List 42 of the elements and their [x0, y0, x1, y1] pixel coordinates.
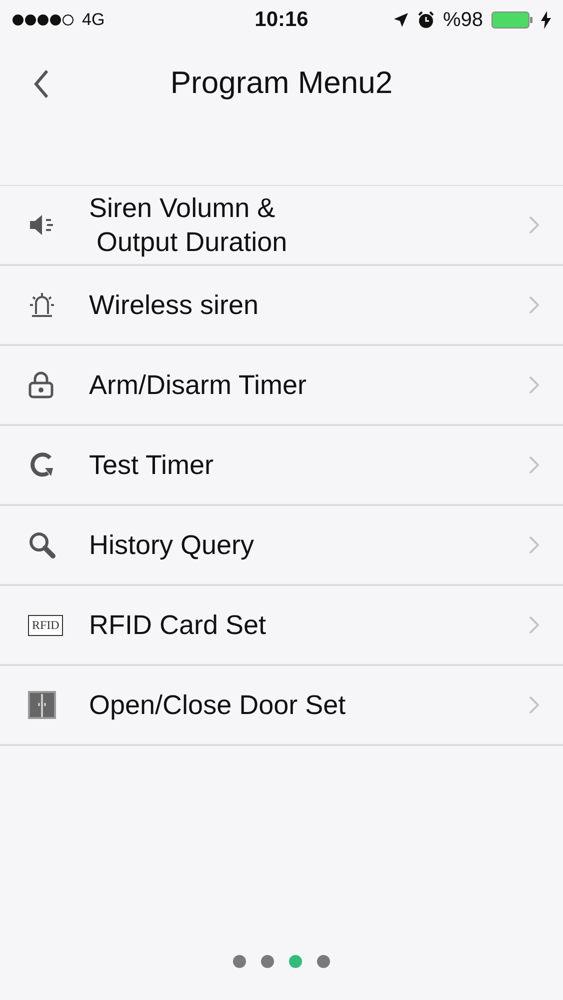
- menu-row[interactable]: History Query: [0, 506, 563, 586]
- padlock-icon: [28, 371, 54, 399]
- menu-row[interactable]: Open/Close Door Set: [0, 666, 563, 746]
- chevron-right-icon: [529, 296, 539, 314]
- chevron-right-icon: [529, 536, 539, 554]
- location-icon: [392, 12, 409, 28]
- menu-row[interactable]: Wireless siren: [0, 266, 563, 346]
- page-dot[interactable]: [261, 955, 274, 968]
- chevron-right-icon: [529, 376, 539, 394]
- menu-row[interactable]: Arm/Disarm Timer: [0, 346, 563, 426]
- page-title: Program Menu2: [170, 65, 393, 101]
- siren-light-icon: [28, 292, 56, 318]
- page-dot[interactable]: [289, 955, 302, 968]
- network-label: 4G: [82, 10, 105, 30]
- menu-label: History Query: [89, 529, 256, 562]
- signal-icon: [12, 14, 74, 26]
- search-icon: [28, 531, 56, 559]
- page-dot[interactable]: [233, 955, 246, 968]
- menu-label: RFID Card Set: [89, 609, 268, 642]
- refresh-icon: [28, 452, 56, 478]
- clock-time: 10:16: [254, 8, 308, 32]
- menu-row[interactable]: RFID RFID Card Set: [0, 586, 563, 666]
- menu-row[interactable]: Siren Volumn & Output Duration: [0, 186, 563, 266]
- menu-label: Siren Volumn & Output Duration: [89, 192, 288, 259]
- page-dot[interactable]: [317, 955, 330, 968]
- menu-label: Wireless siren: [89, 289, 260, 322]
- menu-label: Open/Close Door Set: [89, 689, 347, 722]
- alarm-clock-icon: [416, 11, 435, 29]
- battery-percent: %98: [442, 8, 483, 32]
- battery-icon: [491, 11, 533, 29]
- menu-label: Arm/Disarm Timer: [89, 369, 308, 402]
- speaker-icon: [28, 212, 56, 238]
- menu-label: Test Timer: [89, 449, 215, 482]
- chevron-right-icon: [529, 696, 539, 714]
- menu-row[interactable]: Test Timer: [0, 426, 563, 506]
- door-icon: [28, 691, 56, 719]
- chevron-right-icon: [529, 456, 539, 474]
- charging-icon: [541, 11, 551, 29]
- chevron-right-icon: [529, 616, 539, 634]
- chevron-left-icon: [33, 69, 49, 99]
- chevron-right-icon: [529, 216, 539, 234]
- rfid-icon: RFID: [28, 614, 64, 636]
